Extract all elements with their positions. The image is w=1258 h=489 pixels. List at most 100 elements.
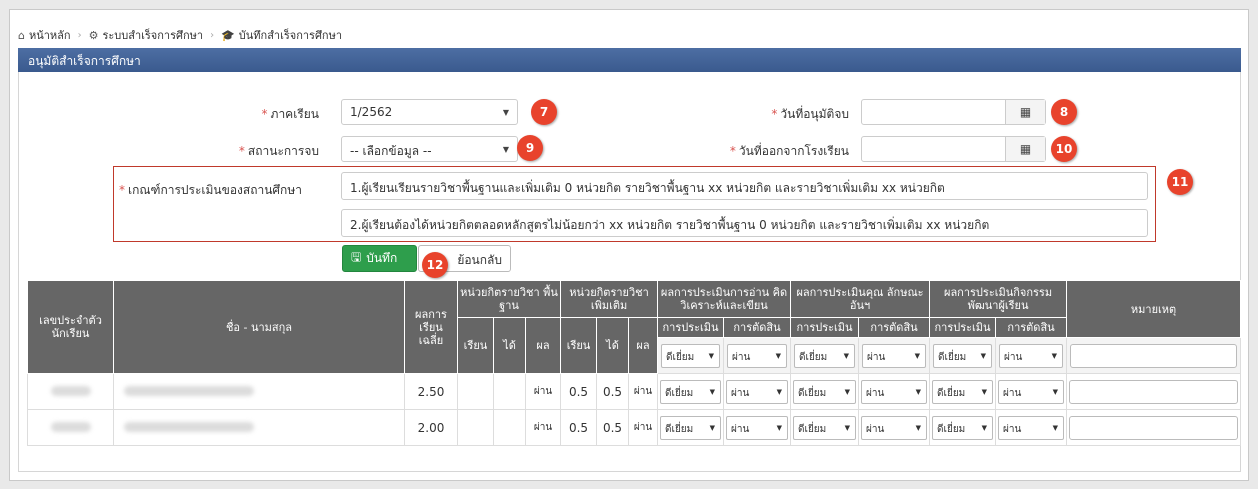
reading-decide-select[interactable]: ผ่าน ▼ bbox=[723, 373, 792, 410]
semester-select[interactable]: 1/2562 ▼ bbox=[341, 99, 518, 125]
caret-down-icon: ▼ bbox=[915, 423, 922, 432]
caret-down-icon: ▼ bbox=[709, 423, 716, 432]
header-character-eval: ผลการประเมินคุณ ลักษณะอันฯ bbox=[790, 280, 931, 318]
caret-down-icon: ▼ bbox=[502, 108, 509, 117]
leave-date-field[interactable]: ▦ bbox=[861, 136, 1046, 162]
character-eval-select[interactable]: ดีเยี่ยม ▼ bbox=[790, 373, 860, 410]
header-basic-credits: หน่วยกิตรายวิชา พื้นฐาน bbox=[456, 280, 562, 318]
save-button[interactable]: 🖫 บันทึก bbox=[342, 245, 417, 272]
basic-got-cell bbox=[493, 373, 526, 410]
basic-result-cell: ผ่าน bbox=[524, 373, 562, 410]
criteria-field-1[interactable]: 1.ผู้เรียนเรียนรายวิชาพื้นฐานและเพิ่มเติ… bbox=[341, 172, 1148, 200]
extra-got-cell: 0.5 bbox=[596, 409, 630, 446]
criteria-label: * เกณฑ์การประเมินของสถานศึกษา bbox=[119, 183, 302, 197]
student-id-cell bbox=[27, 409, 114, 446]
panel-body: * ภาคเรียน 1/2562 ▼ 7 * วันที่อนุมัติจบ ▦ … bbox=[18, 72, 1242, 472]
gears-icon: ⚙ bbox=[88, 28, 99, 42]
note-input[interactable] bbox=[1066, 373, 1242, 410]
average-cell: 2.50 bbox=[404, 373, 458, 410]
leave-date-label: * วันที่ออกจากโรงเรียน bbox=[729, 144, 849, 158]
caret-down-icon: ▼ bbox=[1052, 423, 1059, 432]
average-cell: 2.00 bbox=[404, 409, 458, 446]
activity-eval-select[interactable]: ดีเยี่ยม ▼ bbox=[929, 373, 997, 410]
breadcrumb-home[interactable]: หน้าหลัก bbox=[29, 26, 71, 44]
student-id-cell bbox=[27, 373, 114, 410]
badge-12: 12 bbox=[422, 252, 448, 278]
filter-reading-decide[interactable]: ผ่าน ▼ bbox=[723, 337, 792, 374]
caret-down-icon: ▼ bbox=[775, 351, 782, 360]
badge-7: 7 bbox=[531, 99, 557, 125]
header-character-decide: การตัดสิน bbox=[858, 317, 931, 338]
caret-down-icon: ▼ bbox=[980, 351, 987, 360]
approve-date-label: * วันที่อนุมัติจบ bbox=[771, 107, 849, 121]
reading-decide-select[interactable]: ผ่าน ▼ bbox=[723, 409, 792, 446]
filter-reading-eval[interactable]: ดีเยี่ยม ▼ bbox=[657, 337, 725, 374]
student-name-cell bbox=[113, 409, 405, 446]
caret-down-icon: ▼ bbox=[981, 423, 988, 432]
badge-10: 10 bbox=[1051, 136, 1077, 162]
activity-decide-select[interactable]: ผ่าน ▼ bbox=[995, 409, 1068, 446]
filter-activity-eval[interactable]: ดีเยี่ยม ▼ bbox=[929, 337, 997, 374]
caret-down-icon: ▼ bbox=[914, 351, 921, 360]
header-activity-decide: การตัดสิน bbox=[995, 317, 1068, 338]
caret-down-icon: ▼ bbox=[709, 387, 716, 396]
table-row: 2.00 ผ่าน 0.5 0.5 ผ่าน ดีเยี่ยม ▼ ผ่าน ▼ ด… bbox=[27, 409, 1242, 446]
save-icon: 🖫 bbox=[351, 250, 362, 264]
caret-down-icon: ▼ bbox=[844, 387, 851, 396]
header-student-id: เลขประจำตัว นักเรียน bbox=[27, 280, 114, 374]
extra-study-cell: 0.5 bbox=[560, 373, 598, 410]
students-table: เลขประจำตัว นักเรียน ชื่อ - นามสกุล ผลกา… bbox=[27, 280, 1242, 446]
graduation-cap-icon: 🎓 bbox=[221, 28, 235, 42]
header-basic-study: เรียน bbox=[457, 317, 494, 374]
header-reading-eval-sub: การประเมิน bbox=[657, 317, 725, 338]
header-name: ชื่อ - นามสกุล bbox=[113, 280, 405, 374]
status-select[interactable]: -- เลือกข้อมูล -- ▼ bbox=[341, 136, 518, 162]
reading-eval-select[interactable]: ดีเยี่ยม ▼ bbox=[657, 409, 725, 446]
header-note: หมายเหตุ bbox=[1066, 280, 1242, 338]
extra-got-cell: 0.5 bbox=[596, 373, 630, 410]
header-character-eval-sub: การประเมิน bbox=[790, 317, 860, 338]
criteria-field-2[interactable]: 2.ผู้เรียนต้องได้หน่วยกิตตลอดหลักสูตรไม่… bbox=[341, 209, 1148, 237]
panel-title: อนุมัติสำเร็จการศึกษา bbox=[18, 48, 1241, 72]
note-input[interactable] bbox=[1066, 409, 1242, 446]
basic-study-cell bbox=[457, 409, 494, 446]
breadcrumb: ⌂ หน้าหลัก › ⚙ ระบบสำเร็จการศึกษา › 🎓 บั… bbox=[18, 26, 342, 44]
caret-down-icon: ▼ bbox=[915, 387, 922, 396]
filter-character-decide[interactable]: ผ่าน ▼ bbox=[858, 337, 931, 374]
caret-down-icon: ▼ bbox=[1052, 387, 1059, 396]
caret-down-icon: ▼ bbox=[1051, 351, 1058, 360]
header-extra-study: เรียน bbox=[560, 317, 598, 374]
header-extra-credits: หน่วยกิตรายวิชา เพิ่มเติม bbox=[560, 280, 659, 318]
reading-eval-select[interactable]: ดีเยี่ยม ▼ bbox=[657, 373, 725, 410]
breadcrumb-separator: › bbox=[210, 29, 215, 41]
character-eval-select[interactable]: ดีเยี่ยม ▼ bbox=[790, 409, 860, 446]
header-extra-got: ได้ bbox=[596, 317, 630, 374]
badge-8: 8 bbox=[1051, 99, 1077, 125]
header-basic-result: ผล bbox=[524, 317, 562, 374]
activity-eval-select[interactable]: ดีเยี่ยม ▼ bbox=[929, 409, 997, 446]
extra-result-cell: ผ่าน bbox=[628, 373, 659, 410]
page: ⌂ หน้าหลัก › ⚙ ระบบสำเร็จการศึกษา › 🎓 บั… bbox=[9, 9, 1249, 481]
semester-label: * ภาคเรียน bbox=[261, 107, 319, 121]
badge-9: 9 bbox=[517, 135, 543, 161]
breadcrumb-system[interactable]: ระบบสำเร็จการศึกษา bbox=[102, 26, 203, 44]
header-average: ผลการ เรียน เฉลี่ย bbox=[404, 280, 458, 374]
caret-down-icon: ▼ bbox=[776, 423, 783, 432]
filter-activity-decide[interactable]: ผ่าน ▼ bbox=[995, 337, 1068, 374]
header-activity-eval: ผลการประเมินกิจกรรม พัฒนาผู้เรียน bbox=[929, 280, 1068, 318]
header-extra-result: ผล bbox=[628, 317, 659, 374]
breadcrumb-current: บันทึกสำเร็จการศึกษา bbox=[238, 29, 343, 42]
character-decide-select[interactable]: ผ่าน ▼ bbox=[858, 409, 931, 446]
basic-got-cell bbox=[493, 409, 526, 446]
status-label: * สถานะการจบ bbox=[238, 144, 319, 158]
caret-down-icon: ▼ bbox=[502, 145, 509, 154]
filter-character-eval[interactable]: ดีเยี่ยม ▼ bbox=[790, 337, 860, 374]
approve-date-field[interactable]: ▦ bbox=[861, 99, 1046, 125]
filter-note[interactable] bbox=[1066, 337, 1242, 374]
character-decide-select[interactable]: ผ่าน ▼ bbox=[858, 373, 931, 410]
home-icon: ⌂ bbox=[18, 28, 25, 42]
calendar-icon[interactable]: ▦ bbox=[1005, 100, 1045, 124]
calendar-icon[interactable]: ▦ bbox=[1005, 137, 1045, 161]
student-name-cell bbox=[113, 373, 405, 410]
activity-decide-select[interactable]: ผ่าน ▼ bbox=[995, 373, 1068, 410]
